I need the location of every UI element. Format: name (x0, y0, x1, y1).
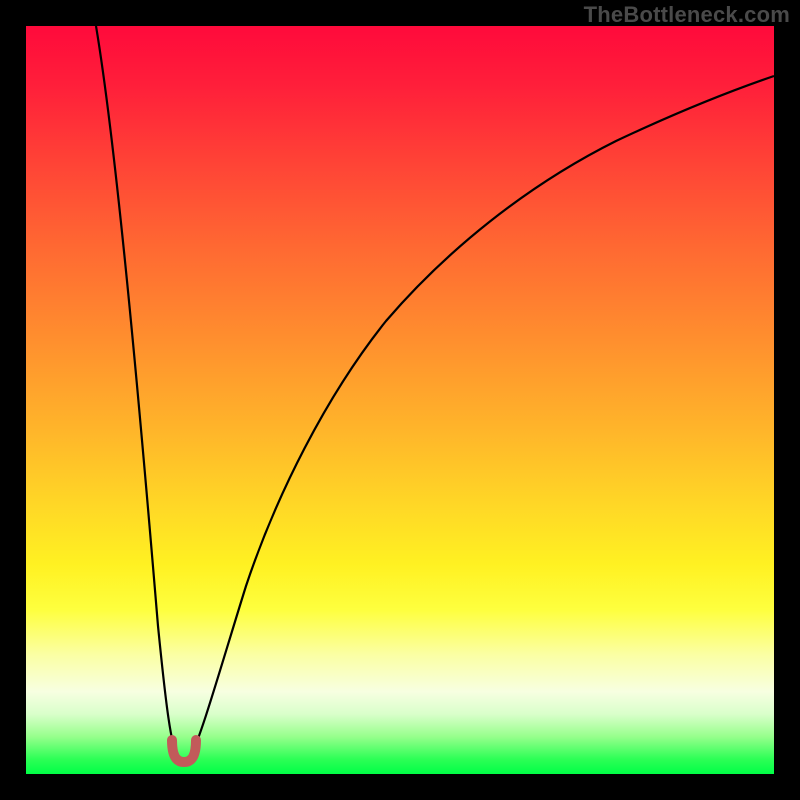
curve-layer (26, 26, 774, 774)
bottleneck-curve (96, 26, 774, 763)
minimum-marker (172, 740, 196, 762)
chart-frame: TheBottleneck.com (0, 0, 800, 800)
watermark-text: TheBottleneck.com (584, 2, 790, 28)
plot-area (26, 26, 774, 774)
